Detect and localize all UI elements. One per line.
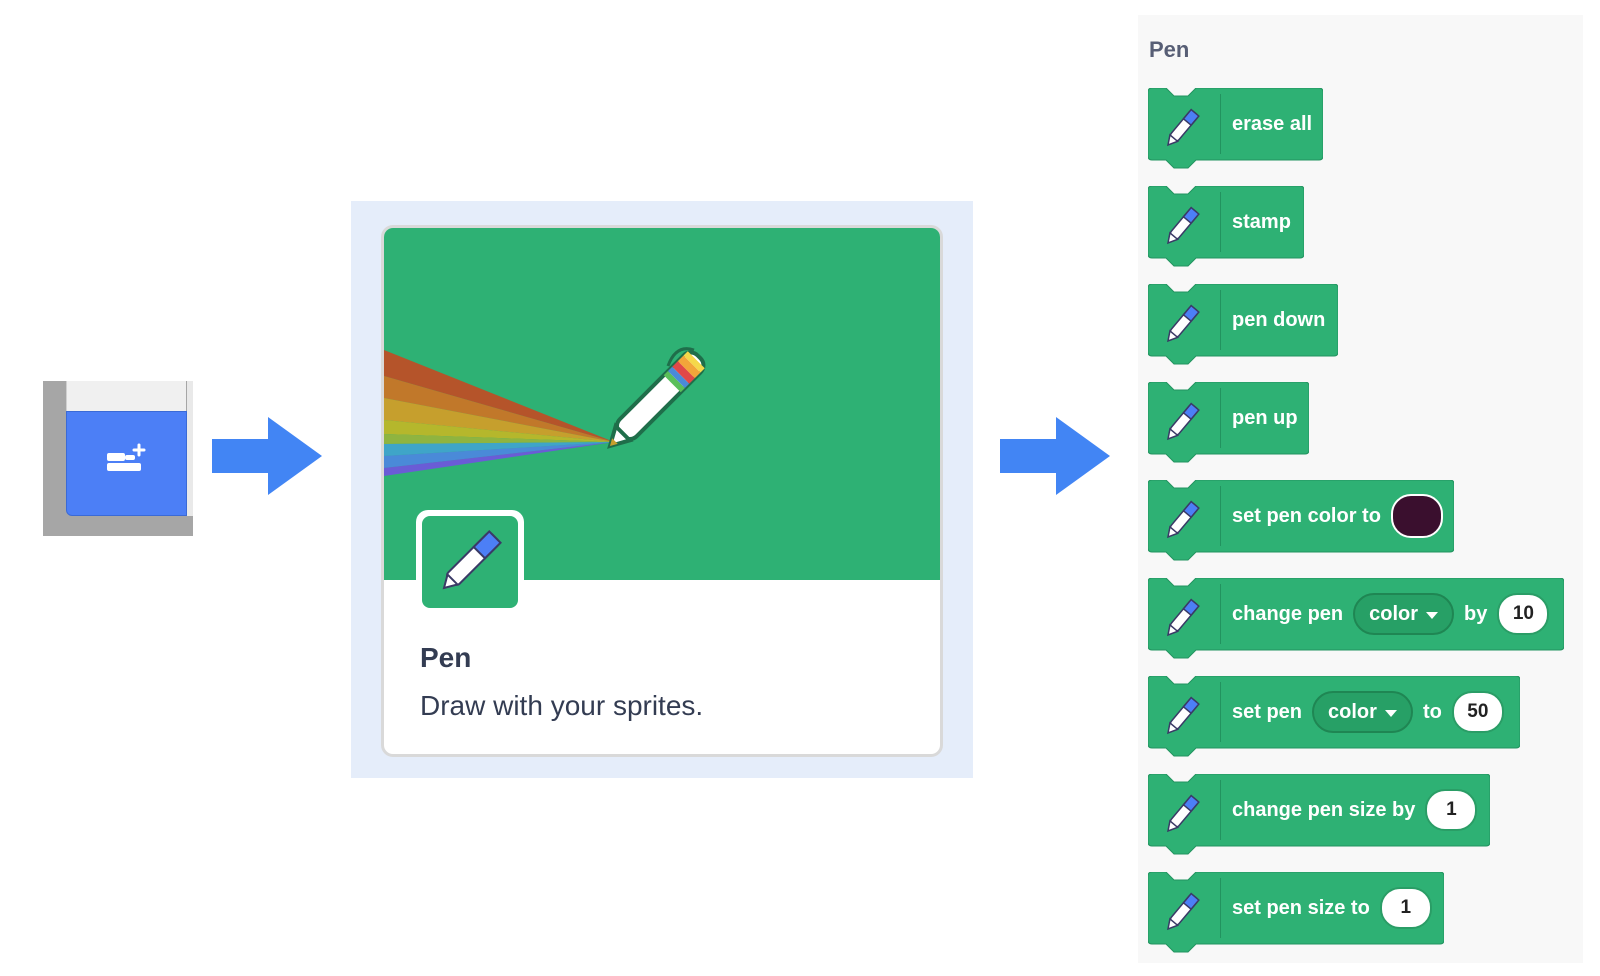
number-input[interactable]: 1 (1425, 789, 1478, 831)
block-erase-all[interactable]: erase all (1148, 88, 1323, 169)
extension-thumbnail (416, 510, 524, 612)
category-gap (66, 381, 186, 411)
pen-icon (442, 530, 502, 590)
card-description: Draw with your sprites. (420, 690, 704, 721)
block-divider (1220, 192, 1221, 252)
block-set-pen-size-to[interactable]: set pen size to 1 (1148, 872, 1444, 953)
block-set-pen-to[interactable]: set pen color to 50 (1148, 676, 1520, 757)
param-dropdown[interactable]: color (1353, 593, 1455, 635)
block-label: pen down (1232, 308, 1326, 331)
pen-extension-card[interactable]: Pen Draw with your sprites. (381, 225, 943, 757)
block-divider (1220, 780, 1221, 840)
block-set-pen-color-to[interactable]: set pen color to (1148, 480, 1454, 561)
frame-edge (187, 381, 193, 516)
block-divider (1220, 290, 1221, 350)
block-label: erase all (1232, 112, 1313, 135)
block-label-2: by (1464, 602, 1488, 625)
block-label: pen up (1232, 406, 1298, 429)
block-label: stamp (1232, 210, 1291, 233)
block-stamp[interactable]: stamp (1148, 186, 1304, 267)
block-divider (1220, 584, 1221, 644)
block-label: change pen (1232, 602, 1344, 625)
number-input[interactable]: 50 (1451, 691, 1504, 733)
pen-icon (1167, 598, 1200, 637)
color-swatch-input[interactable] (1390, 494, 1443, 538)
number-input[interactable]: 10 (1497, 593, 1550, 635)
caret-down-icon (1384, 709, 1397, 717)
block-pen-down[interactable]: pen down (1148, 284, 1338, 365)
pen-icon (1167, 304, 1200, 343)
add-extension-icon (107, 443, 146, 471)
palette-category-title: Pen (1149, 37, 1190, 62)
pen-icon (1167, 794, 1200, 833)
extension-card-highlight: Pen Draw with your sprites. (351, 201, 973, 778)
pen-icon (1167, 108, 1200, 147)
arrow-right-icon (212, 417, 322, 495)
arrow-right-icon (1000, 417, 1110, 495)
caret-down-icon (1426, 611, 1439, 619)
block-divider (1220, 94, 1221, 154)
block-divider (1220, 486, 1221, 546)
block-label: change pen size by (1232, 798, 1416, 821)
block-divider (1220, 388, 1221, 448)
block-change-pen-by[interactable]: change pen color by 10 (1148, 578, 1564, 659)
number-input[interactable]: 1 (1379, 887, 1432, 929)
block-label: set pen size to (1232, 896, 1370, 919)
dropdown-value: color (1369, 602, 1419, 625)
pen-icon (1167, 206, 1200, 245)
pen-icon (1167, 696, 1200, 735)
block-divider (1220, 682, 1221, 742)
block-label: set pen color to (1232, 504, 1381, 527)
block-pen-up[interactable]: pen up (1148, 382, 1309, 463)
card-title: Pen (420, 642, 472, 673)
block-change-pen-size-by[interactable]: change pen size by 1 (1148, 774, 1490, 855)
block-palette: Pen erase all stamp pen down pen up set … (1138, 15, 1583, 963)
param-dropdown[interactable]: color (1312, 691, 1413, 733)
add-extension-button[interactable] (66, 411, 187, 516)
block-divider (1220, 878, 1221, 938)
block-label: set pen (1232, 700, 1303, 723)
pen-icon (1167, 500, 1200, 539)
extension-button-frame (43, 381, 193, 536)
block-label-2: to (1422, 700, 1442, 723)
dropdown-value: color (1328, 700, 1377, 723)
pen-icon (1167, 892, 1200, 931)
pen-icon (1167, 402, 1200, 441)
